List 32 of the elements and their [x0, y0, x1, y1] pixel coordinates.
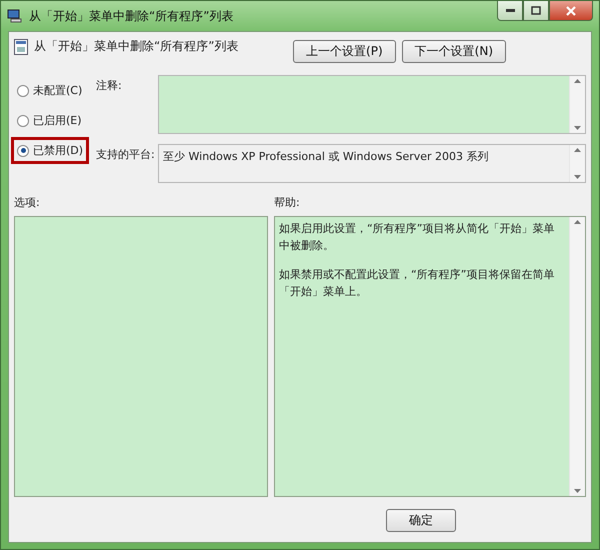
window-title: 从「开始」菜单中删除“所有程序”列表 [29, 8, 234, 24]
close-icon [566, 6, 576, 16]
scroll-up-icon[interactable] [574, 220, 581, 224]
help-label: 帮助: [274, 195, 301, 210]
radio-label[interactable]: 已启用(E) [33, 113, 82, 128]
ok-button[interactable]: 确定 [386, 509, 456, 532]
help-paragraph: 如果禁用或不配置此设置，“所有程序”项目将保留在简单「开始」菜单上。 [279, 267, 556, 300]
next-setting-button[interactable]: 下一个设置(N) [402, 40, 506, 63]
policy-icon [14, 38, 28, 54]
radio-button[interactable] [17, 114, 29, 126]
comment-label: 注释: [96, 78, 123, 93]
computer-icon [7, 9, 23, 23]
maximize-button[interactable] [523, 1, 549, 21]
maximize-icon [531, 6, 541, 15]
scroll-up-icon[interactable] [574, 148, 581, 152]
previous-setting-button[interactable]: 上一个设置(P) [293, 40, 396, 63]
scroll-down-icon[interactable] [574, 175, 581, 179]
policy-title-text: 从「开始」菜单中删除“所有程序”列表 [34, 38, 238, 55]
scroll-up-icon[interactable] [574, 79, 581, 83]
close-button[interactable] [549, 1, 593, 21]
options-label: 选项: [14, 195, 41, 210]
platform-text: 至少 Windows XP Professional 或 Windows Server 2003 系列 [162, 149, 490, 165]
help-paragraph: 如果启用此设置，“所有程序”项目将从简化「开始」菜单中被删除。 [279, 221, 556, 254]
scroll-down-icon[interactable] [574, 489, 581, 493]
radio-button[interactable] [17, 144, 29, 156]
minimize-button[interactable] [497, 1, 523, 21]
minimize-icon [506, 9, 514, 12]
radio-button[interactable] [17, 84, 29, 96]
radio-label[interactable]: 未配置(C) [33, 83, 82, 98]
comment-field[interactable] [158, 75, 586, 134]
scroll-down-icon[interactable] [574, 126, 581, 130]
platform-label: 支持的平台: [96, 147, 156, 162]
